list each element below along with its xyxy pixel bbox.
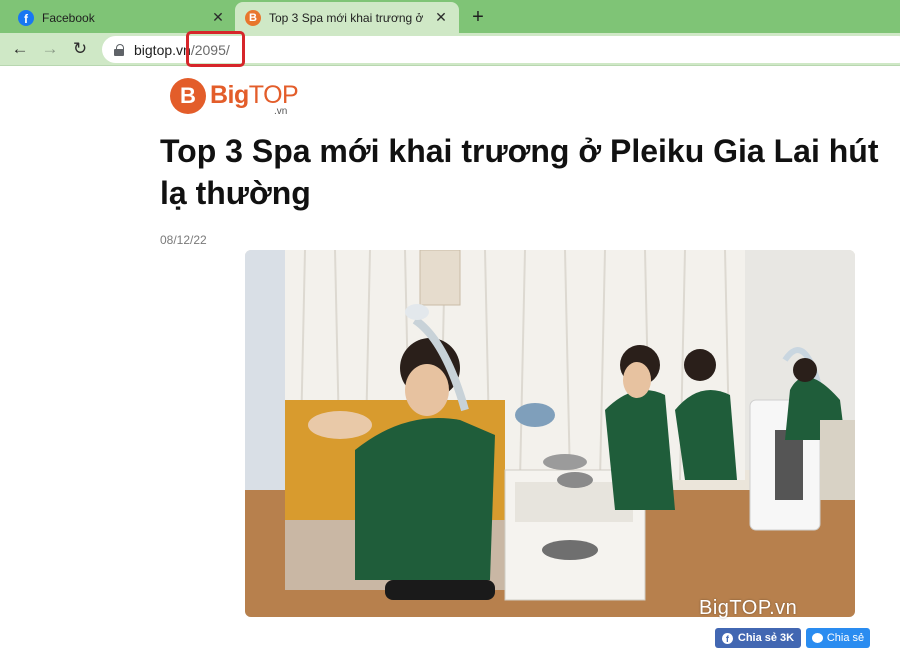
logo-big: Big	[210, 81, 249, 109]
tab-title: Top 3 Spa mới khai trương ở Pleiku	[269, 10, 427, 25]
forward-button[interactable]: →	[38, 37, 62, 61]
photo-watermark: BigTOP.vn	[699, 597, 798, 619]
reload-button[interactable]: ↻	[68, 37, 92, 61]
messenger-share-button[interactable]: Chia sẻ	[806, 628, 870, 648]
url-host: bigtop.vn	[134, 41, 191, 58]
lock-icon[interactable]	[114, 43, 124, 56]
title-line: Top 3 Spa mới khai trương ở Pleiku Gia L…	[160, 133, 879, 169]
facebook-share-label: Chia sẻ 3K	[737, 632, 795, 644]
article-date: 08/12/22	[160, 233, 207, 247]
facebook-icon: f	[18, 9, 34, 26]
logo-domain: .vn	[274, 106, 288, 117]
title-line: lạ thường	[160, 175, 311, 211]
facebook-icon: f	[721, 632, 733, 644]
tab-strip: f Facebook ✕ B Top 3 Spa mới khai trương…	[0, 0, 900, 33]
article-photo	[245, 250, 855, 617]
close-icon[interactable]: ✕	[433, 9, 449, 26]
tab-facebook[interactable]: f Facebook ✕	[8, 2, 236, 33]
spa-photo-illustration	[245, 250, 855, 617]
article-title: Top 3 Spa mới khai trương ở Pleiku Gia L…	[160, 130, 900, 214]
facebook-share-button[interactable]: f Chia sẻ 3K	[715, 628, 801, 648]
back-button[interactable]: ←	[8, 37, 32, 61]
close-icon[interactable]: ✕	[210, 9, 226, 26]
new-tab-button[interactable]: +	[466, 5, 490, 29]
site-logo[interactable]: B BigTOP .vn	[170, 78, 299, 118]
logo-mark: B	[170, 78, 206, 114]
messenger-icon	[811, 633, 823, 643]
browser-toolbar: ← → ↻ bigtop.vn/2095/	[0, 33, 900, 66]
highlight-annotation	[186, 31, 245, 67]
logo-top: TOP	[248, 81, 299, 109]
bigtop-icon: B	[245, 9, 261, 26]
tab-article[interactable]: B Top 3 Spa mới khai trương ở Pleiku ✕	[235, 2, 459, 33]
messenger-share-label: Chia sẻ	[826, 632, 865, 644]
tab-title: Facebook	[42, 10, 95, 25]
